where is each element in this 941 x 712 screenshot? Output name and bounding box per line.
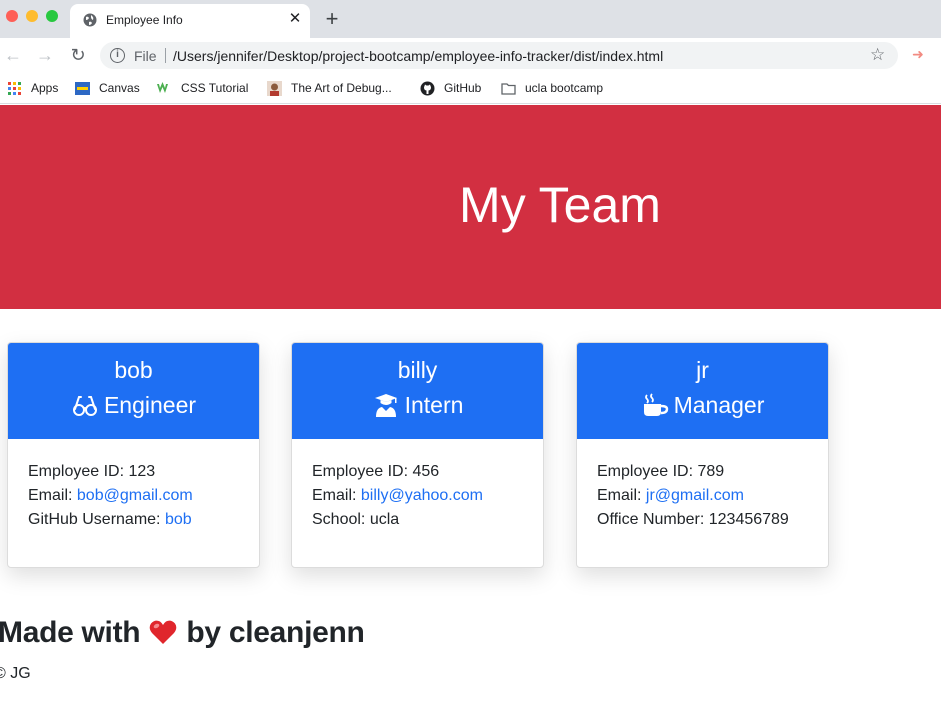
browser-tabstrip: Employee Info ✕ + [0,0,941,38]
bookmark-canvas[interactable]: Canvas [75,79,140,97]
email-label: Email: [28,487,77,504]
employee-email-row: Email: bob@gmail.com [28,484,239,508]
role-label: Engineer [103,392,197,418]
heart-icon [150,620,177,644]
ucla-icon [75,81,90,95]
bookmark-apps[interactable]: Apps [7,79,58,97]
folder-icon [501,82,516,95]
employee-name: bob [114,357,153,383]
employee-role: Engineer [8,391,259,419]
card-body: Employee ID: 123 Email: bob@gmail.com Gi… [8,439,259,553]
email-link[interactable]: bob@gmail.com [77,487,193,504]
bookmark-art-of-debugging[interactable]: The Art of Debug... [267,79,392,97]
github-link[interactable]: bob [165,511,192,528]
bookmark-label: Apps [31,81,59,95]
employee-role: Manager [577,391,828,419]
tab-title: Employee Info [106,13,183,27]
avatar-icon [267,80,282,96]
browser-toolbar: ← → ↻ i File /Users/jennifer/Desktop/pro… [0,38,941,72]
card-header: jr Manager [577,343,828,439]
copyright-text: © JG [0,665,31,682]
extension-icon[interactable]: ➜ [908,44,928,64]
footer-made-with: Made with by cleanjenn [0,616,365,650]
employee-email-row: Email: billy@yahoo.com [312,484,523,508]
mug-icon [643,393,668,416]
role-label: Manager [673,392,765,418]
office-number-row: Office Number: 123456789 [597,511,789,528]
employee-card: jr Manager Employee ID: 789 Email: jr@gm… [576,342,829,568]
page-title: My Team [459,177,661,233]
github-label: GitHub Username: [28,511,165,528]
employee-name: jr [696,357,709,383]
tab-close-icon[interactable]: ✕ [286,10,304,28]
employee-id: Employee ID: 789 [597,463,725,480]
employee-id: Employee ID: 123 [28,463,156,480]
back-arrow-icon[interactable]: ← [2,44,24,66]
bookmark-css-tutorial[interactable]: CSS Tutorial [157,79,248,97]
bookmark-label: The Art of Debug... [291,81,392,95]
email-link[interactable]: jr@gmail.com [646,487,744,504]
glasses-icon [72,396,97,416]
address-divider [165,48,166,63]
role-label: Intern [404,392,464,418]
reload-icon[interactable]: ↻ [67,44,89,66]
school-row: School: ucla [312,511,400,528]
employee-name: billy [397,357,438,383]
bookmark-star-icon[interactable]: ☆ [870,45,885,65]
globe-icon [83,13,97,27]
card-header: billy Intern [292,343,543,439]
employee-id: Employee ID: 456 [312,463,440,480]
bookmark-ucla-bootcamp[interactable]: ucla bootcamp [501,79,603,97]
address-bar[interactable]: i File /Users/jennifer/Desktop/project-b… [100,42,898,69]
apps-grid-icon [8,81,21,95]
forward-arrow-icon[interactable]: → [34,44,56,66]
file-scheme-label: File [134,48,157,64]
made-with-suffix: by cleanjenn [186,616,365,649]
employee-email-row: Email: jr@gmail.com [597,484,808,508]
card-body: Employee ID: 789 Email: jr@gmail.com Off… [577,439,828,553]
card-header: bob Engineer [8,343,259,439]
window-zoom-button[interactable] [46,10,58,22]
card-body: Employee ID: 456 Email: billy@yahoo.com … [292,439,543,553]
graduate-icon [374,394,397,417]
bookmark-label: ucla bootcamp [525,81,604,95]
window-minimize-button[interactable] [26,10,38,22]
made-with-prefix: Made with [0,616,141,649]
new-tab-button[interactable]: + [322,8,342,30]
email-label: Email: [312,487,361,504]
employee-card: bob Engineer Employee ID: 123 Email: bob… [7,342,260,568]
bookmark-label: Canvas [99,81,140,95]
employee-role: Intern [292,391,543,419]
bookmark-label: GitHub [444,81,482,95]
w3schools-icon [157,81,168,93]
bookmarks-bar: Apps Canvas CSS Tutorial The Art of Debu… [0,72,941,104]
employee-card: billy Intern Employee ID: 456 Email: bil… [291,342,544,568]
github-row: GitHub Username: bob [28,508,239,532]
bookmark-github[interactable]: GitHub [420,79,481,97]
browser-tab[interactable]: Employee Info ✕ [70,4,310,38]
info-icon[interactable]: i [110,48,125,63]
url-text[interactable]: /Users/jennifer/Desktop/project-bootcamp… [173,48,663,64]
bookmark-label: CSS Tutorial [181,81,249,95]
github-icon [420,81,435,95]
email-link[interactable]: billy@yahoo.com [361,487,483,504]
email-label: Email: [597,487,646,504]
window-close-button[interactable] [6,10,18,22]
team-header: My Team [0,105,941,309]
